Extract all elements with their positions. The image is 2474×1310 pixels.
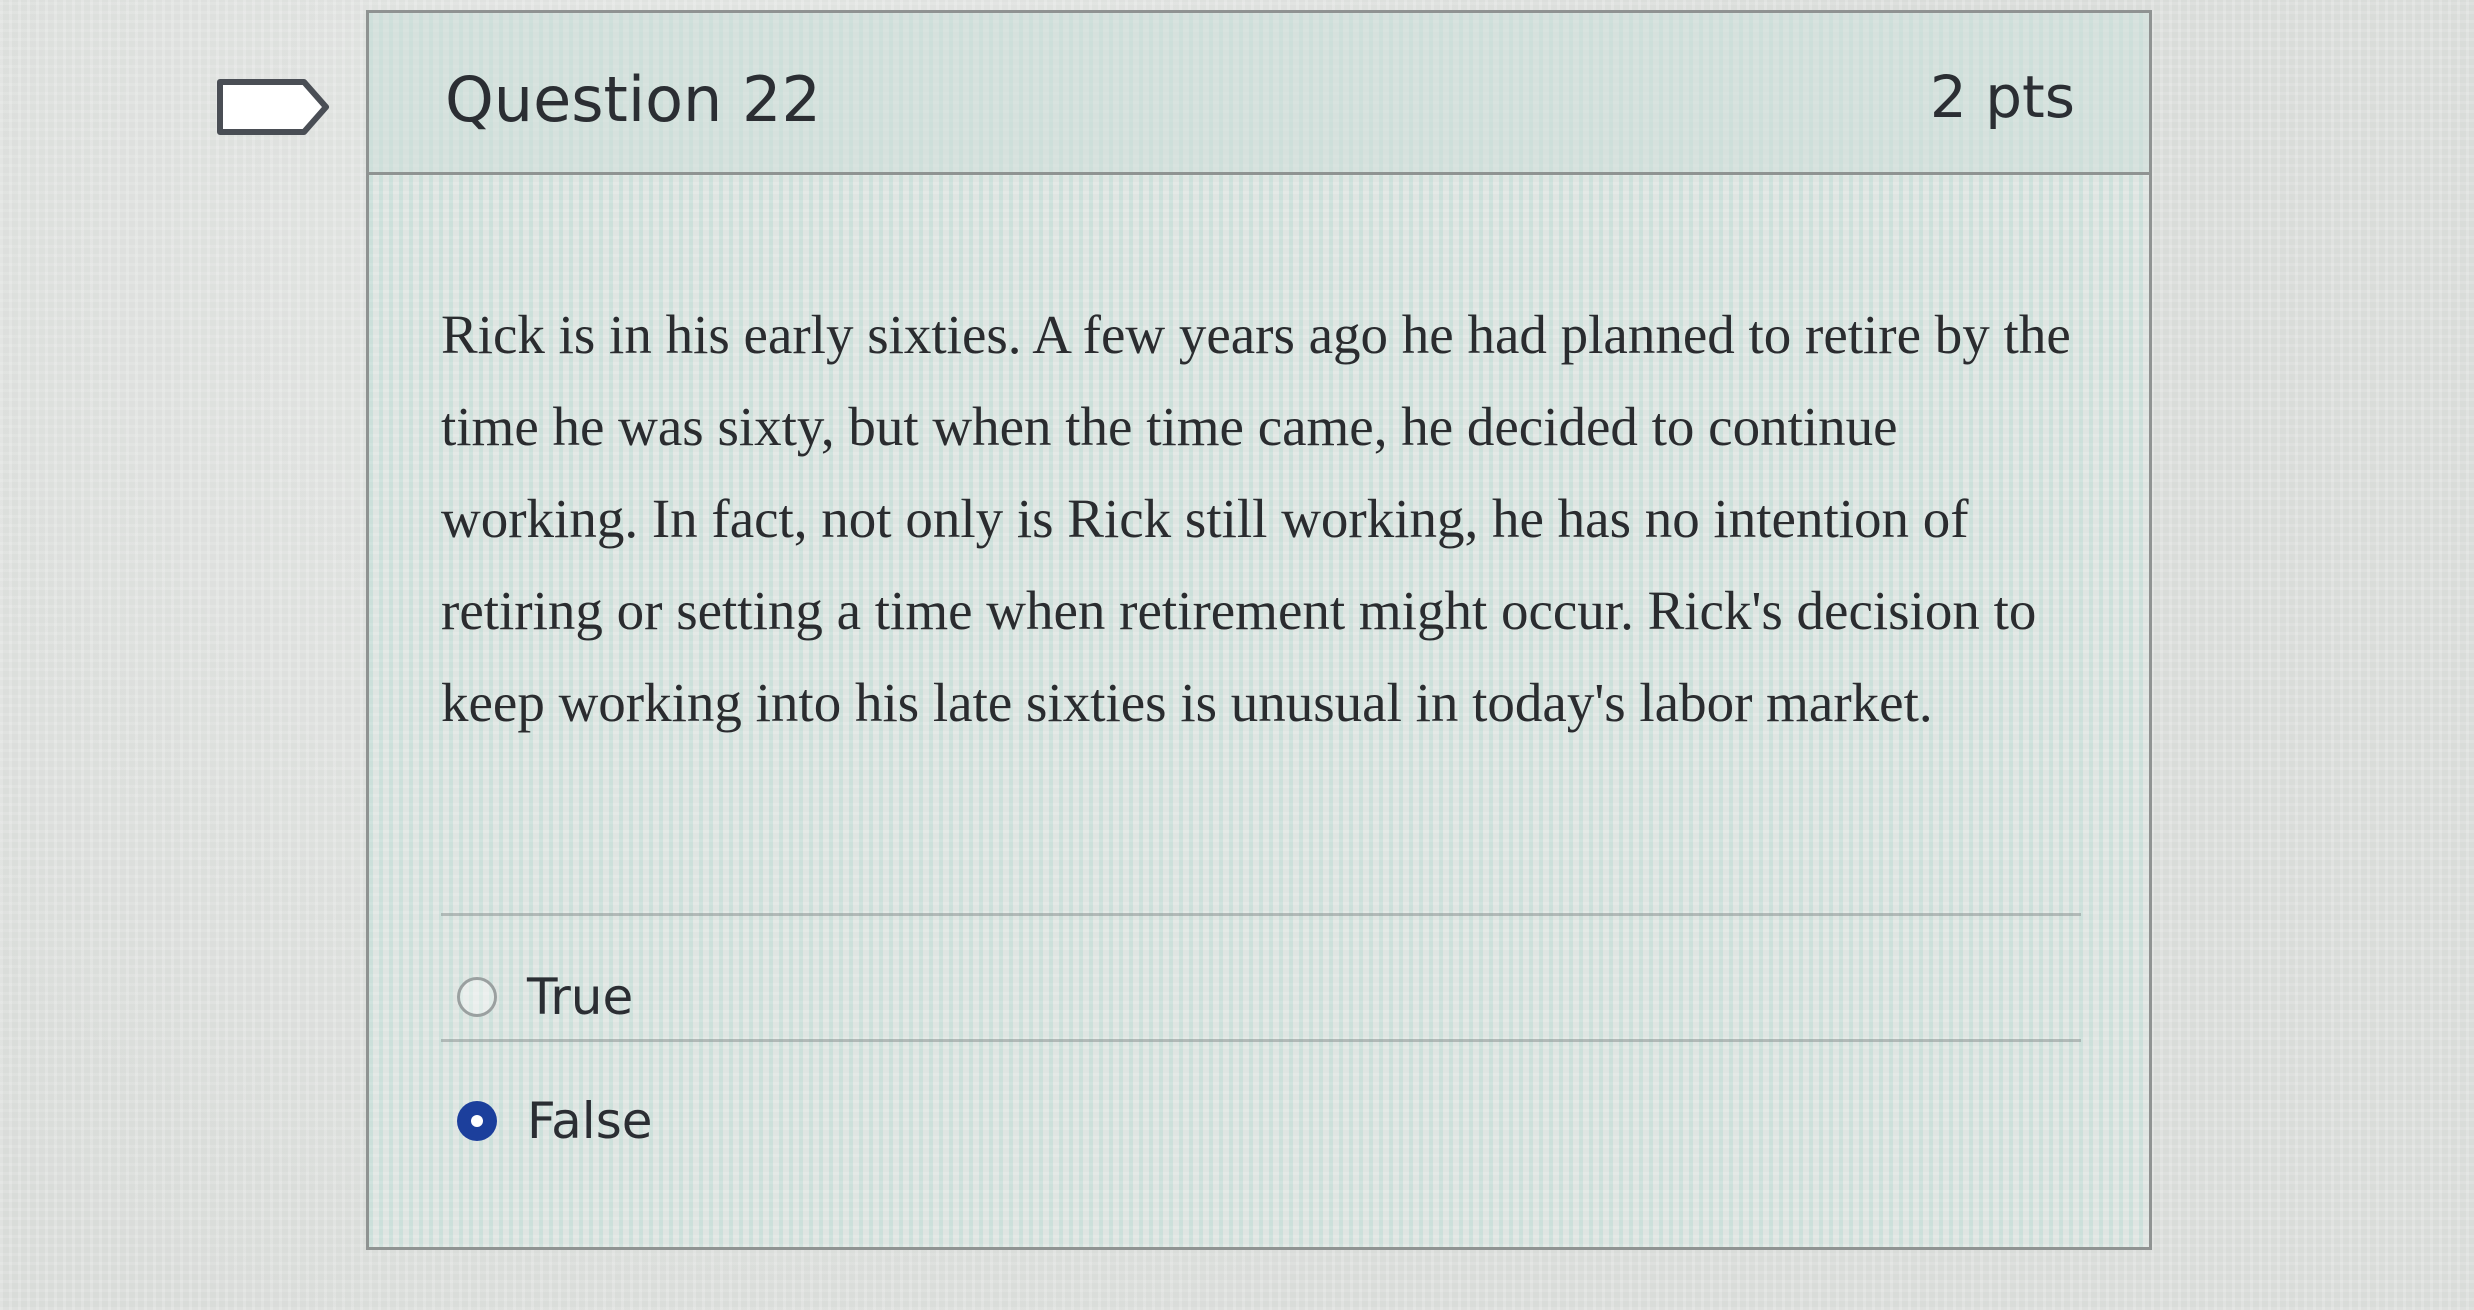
question-title: Question 22 <box>445 63 821 136</box>
answer-option-false[interactable]: False <box>457 1081 653 1161</box>
answer-label-false: False <box>527 1092 653 1150</box>
question-card: Question 22 2 pts Rick is in his early s… <box>366 10 2152 1250</box>
answer-divider <box>441 1039 2081 1042</box>
question-header: Question 22 2 pts <box>369 13 2149 175</box>
flag-question-icon[interactable] <box>216 78 332 136</box>
answers-top-divider <box>441 913 2081 916</box>
radio-unchecked-icon[interactable] <box>457 977 497 1017</box>
answer-option-true[interactable]: True <box>457 957 633 1037</box>
radio-selected-icon[interactable] <box>457 1101 497 1141</box>
answer-label-true: True <box>527 968 634 1026</box>
question-text: Rick is in his early sixties. A few year… <box>441 304 2071 733</box>
question-points: 2 pts <box>1929 63 2075 131</box>
